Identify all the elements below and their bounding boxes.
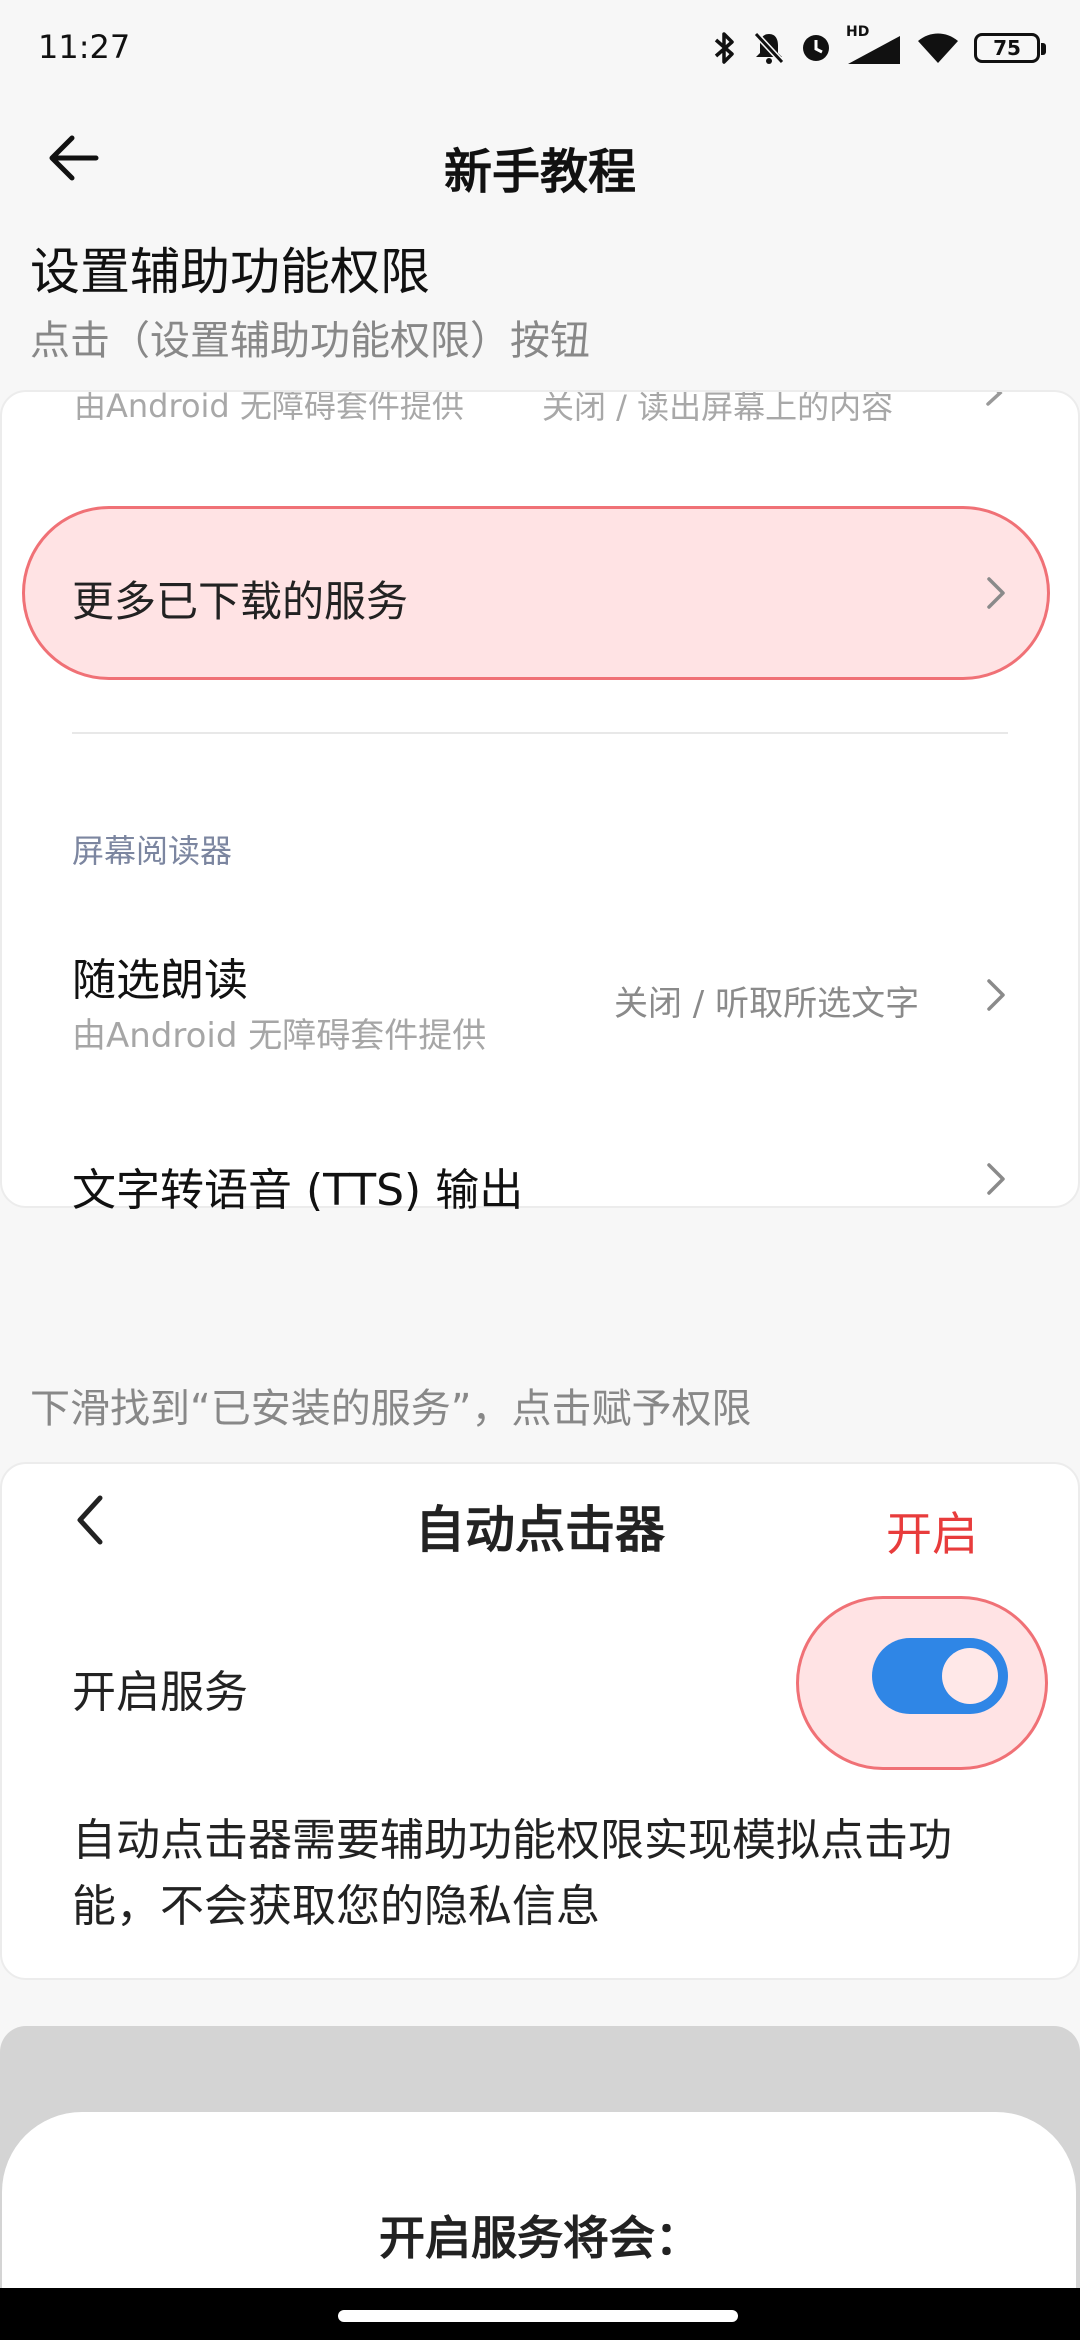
bottom-sheet-title: 开启服务将会： bbox=[379, 2211, 701, 2265]
tts-output-title[interactable]: 文字转语音 (TTS) 输出 bbox=[72, 1154, 523, 1218]
cut-row-value: 关闭 / 读出屏幕上的内容 bbox=[542, 390, 894, 426]
signal-hd: HD bbox=[846, 24, 902, 66]
more-downloaded-services-label: 更多已下载的服务 bbox=[72, 577, 409, 626]
toggle-knob bbox=[942, 1648, 998, 1704]
select-to-speak-title[interactable]: 随选朗读 bbox=[72, 944, 248, 1008]
service-description: 自动点击器需要辅助功能权限实现模拟点击功能，不会获取您的隐私信息 bbox=[72, 1815, 952, 1932]
home-indicator[interactable] bbox=[338, 2310, 738, 2322]
enable-action-button[interactable]: 开启 bbox=[886, 1498, 978, 1564]
cut-row-subtitle: 由Android 无障碍套件提供 bbox=[74, 390, 464, 425]
chevron-right-icon bbox=[987, 1163, 1005, 1195]
battery-indicator: 75 bbox=[974, 33, 1046, 63]
section-header-screen-reader: 屏幕阅读器 bbox=[72, 832, 233, 870]
alarm-icon bbox=[803, 35, 829, 61]
status-icons: HD 75 bbox=[712, 24, 1046, 72]
mute-bell-icon bbox=[753, 31, 785, 65]
divider bbox=[72, 732, 1008, 734]
scroll-hint: 下滑找到“已安装的服务”，点击赋予权限 bbox=[30, 1386, 752, 1432]
chevron-right-icon bbox=[987, 979, 1005, 1011]
wifi-icon bbox=[918, 33, 958, 63]
battery-level: 75 bbox=[993, 36, 1021, 60]
chevron-right-icon bbox=[987, 577, 1005, 609]
page-title: 新手教程 bbox=[443, 144, 636, 200]
enable-service-label: 开启服务 bbox=[72, 1667, 248, 1718]
chevron-right-icon bbox=[986, 392, 1003, 406]
select-to-speak-value: 关闭 / 听取所选文字 bbox=[614, 984, 920, 1024]
status-time: 11:27 bbox=[38, 28, 131, 66]
select-to-speak-subtitle: 由Android 无障碍套件提供 bbox=[72, 1016, 487, 1056]
bluetooth-icon bbox=[714, 32, 734, 64]
step-description: 点击（设置辅助功能权限）按钮 bbox=[30, 318, 590, 364]
step-title: 设置辅助功能权限 bbox=[30, 243, 430, 301]
cell-signal-icon bbox=[848, 36, 900, 64]
enable-service-toggle[interactable] bbox=[872, 1638, 1008, 1714]
